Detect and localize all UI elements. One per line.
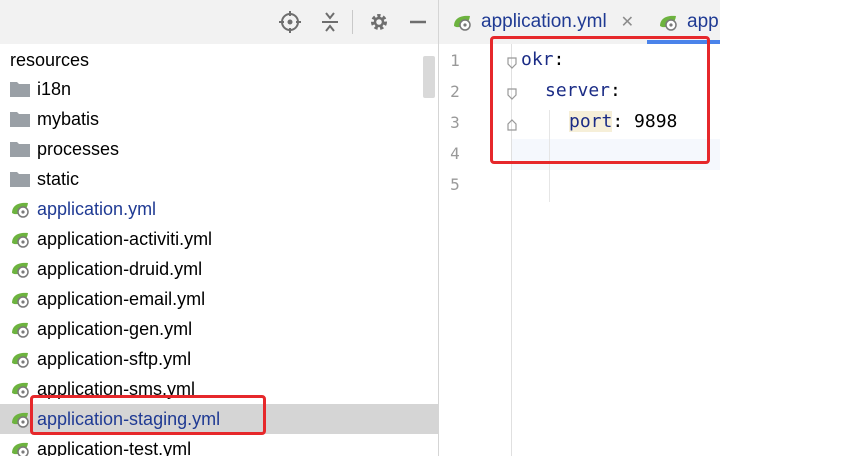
tree-item-file[interactable]: application-druid.yml [0, 254, 438, 284]
spring-yaml-icon [9, 319, 31, 339]
line-number: 1 [450, 51, 460, 70]
line-number: 2 [450, 82, 460, 101]
spring-yaml-icon [9, 439, 31, 456]
folder-icon [9, 79, 31, 99]
crosshair-icon[interactable] [278, 10, 302, 34]
project-pane: resources i18n mybatis processes static … [0, 0, 439, 456]
annotation-highlight-box [490, 36, 710, 164]
spring-yaml-icon [9, 349, 31, 369]
tree-item-folder[interactable]: static [0, 164, 438, 194]
spring-yaml-icon [9, 229, 31, 249]
annotation-highlight-box [30, 395, 266, 435]
tree-item-file[interactable]: application-activiti.yml [0, 224, 438, 254]
tab-label: application.yml [481, 11, 607, 32]
spring-yaml-icon [9, 289, 31, 309]
line-number: 3 [450, 113, 460, 132]
tree-item-label: application-gen.yml [37, 319, 193, 339]
spring-yaml-icon [9, 409, 31, 429]
collapse-all-icon[interactable] [318, 10, 342, 34]
tab-label: app [687, 11, 719, 32]
tree-item-label: application-activiti.yml [37, 229, 213, 249]
tree-item-label: application-sftp.yml [37, 349, 192, 369]
project-toolbar [0, 0, 438, 44]
tree-item-label: application.yml [37, 199, 157, 219]
tree-item-label: mybatis [37, 109, 100, 129]
folder-icon [9, 109, 31, 129]
line-number: 4 [450, 144, 460, 163]
tree-root-label[interactable]: resources [10, 48, 89, 72]
tree-item-label: static [37, 169, 80, 189]
gear-icon[interactable] [367, 10, 391, 34]
spring-yaml-icon [9, 259, 31, 279]
spring-yaml-icon [657, 12, 679, 32]
tree-item-label: application-druid.yml [37, 259, 203, 279]
tree-item-folder[interactable]: mybatis [0, 104, 438, 134]
tree-item-label: processes [37, 139, 120, 159]
folder-icon [9, 139, 31, 159]
tree-item-file[interactable]: application-test.yml [0, 434, 438, 456]
minimize-icon[interactable] [406, 10, 430, 34]
tree-item-file[interactable]: application-email.yml [0, 284, 438, 314]
tree-item-file[interactable]: application-gen.yml [0, 314, 438, 344]
vertical-scrollbar-thumb[interactable] [423, 56, 435, 98]
spring-yaml-icon [9, 379, 31, 399]
tree-item-label: application-email.yml [37, 289, 206, 309]
line-number: 5 [450, 175, 460, 194]
spring-yaml-icon [451, 12, 473, 32]
tree-item-label: application-test.yml [37, 439, 192, 456]
tree-item-folder[interactable]: i18n [0, 74, 438, 104]
close-icon[interactable]: ✕ [621, 12, 634, 32]
spring-yaml-icon [9, 199, 31, 219]
toolbar-separator [352, 10, 353, 34]
tree-item-file[interactable]: application.yml [0, 194, 438, 224]
tree-item-folder[interactable]: processes [0, 134, 438, 164]
tree-item-file[interactable]: application-sftp.yml [0, 344, 438, 374]
tree-item-label: i18n [37, 79, 72, 99]
folder-icon [9, 169, 31, 189]
